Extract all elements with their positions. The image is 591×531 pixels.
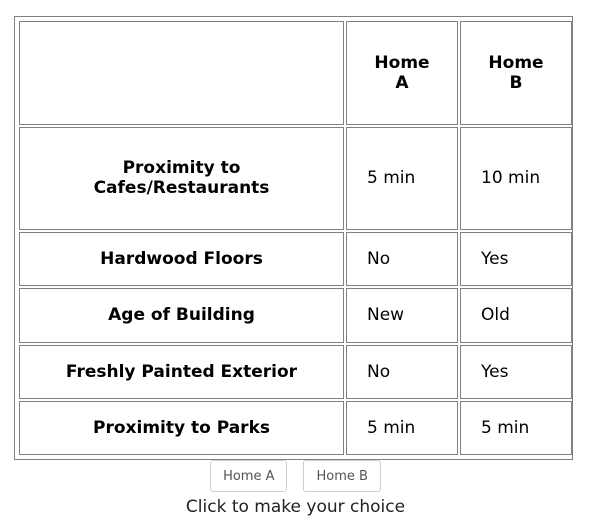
home-b-value: 5 min	[460, 400, 572, 455]
header-home-b: Home B	[460, 21, 572, 125]
table-row: Freshly Painted Exterior No Yes	[19, 344, 572, 399]
row-label: Age of Building	[19, 288, 344, 343]
row-label: Proximity to Cafes/Restaurants	[19, 126, 344, 231]
home-b-value: Yes	[460, 344, 572, 399]
home-a-value: 5 min	[346, 400, 458, 455]
comparison-table-frame: Home A Home B Proximity to Cafes/Restaur…	[14, 16, 573, 460]
table-header-row: Home A Home B	[19, 21, 572, 125]
row-label: Hardwood Floors	[19, 232, 344, 287]
header-home-a: Home A	[346, 21, 458, 125]
table-row: Proximity to Cafes/Restaurants 5 min 10 …	[19, 126, 572, 231]
choice-buttons: Home A Home B	[0, 460, 591, 492]
table-row: Proximity to Parks 5 min 5 min	[19, 400, 572, 455]
row-label: Proximity to Parks	[19, 400, 344, 455]
page: Home A Home B Proximity to Cafes/Restaur…	[0, 0, 591, 531]
choose-home-b-button[interactable]: Home B	[303, 460, 381, 492]
table-row: Age of Building New Old	[19, 288, 572, 343]
home-a-value: 5 min	[346, 126, 458, 231]
home-b-value: 10 min	[460, 126, 572, 231]
home-b-value: Yes	[460, 232, 572, 287]
home-a-value: No	[346, 232, 458, 287]
comparison-table: Home A Home B Proximity to Cafes/Restaur…	[17, 19, 574, 457]
row-label: Freshly Painted Exterior	[19, 344, 344, 399]
header-empty-cell	[19, 21, 344, 125]
table-row: Hardwood Floors No Yes	[19, 232, 572, 287]
home-a-value: No	[346, 344, 458, 399]
choose-home-a-button[interactable]: Home A	[210, 460, 288, 492]
instruction-text: Click to make your choice	[185, 497, 406, 517]
home-b-value: Old	[460, 288, 572, 343]
home-a-value: New	[346, 288, 458, 343]
